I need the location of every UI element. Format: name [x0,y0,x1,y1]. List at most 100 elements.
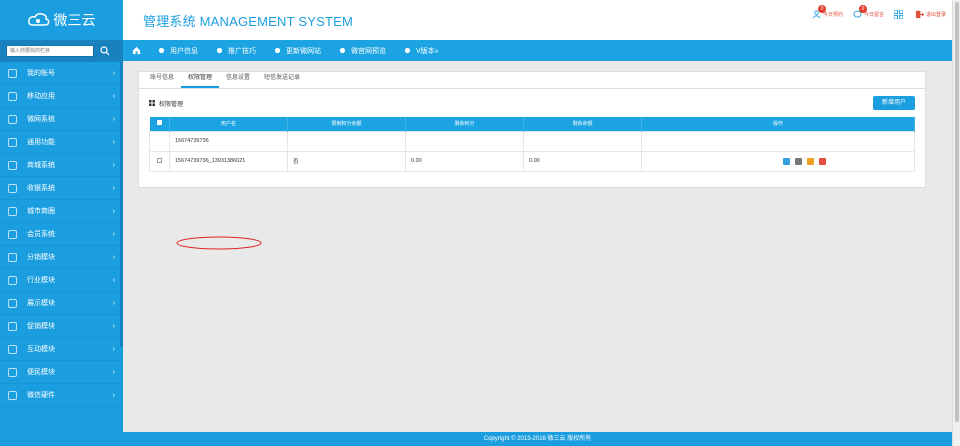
nav-item[interactable]: 用户信息 [149,46,207,56]
sidebar-item[interactable]: 促销模块 › [0,315,123,338]
tab[interactable]: 权限管理 [181,71,220,88]
edit-icon[interactable] [783,157,790,165]
phone-icon [404,47,411,54]
logo-text: 微三云 [53,13,96,29]
delete-icon[interactable] [819,157,826,165]
display-icon [8,298,17,308]
cell-points [405,130,524,152]
tab[interactable]: 信息设置 [219,71,257,88]
panel-title-text: 权限管理 [159,101,184,108]
row-actions [647,157,914,165]
appointments-label: 今日预约 [822,12,843,18]
sidebar-item[interactable]: 微信硬件 › [0,384,123,407]
cell-points: 0.00 [405,150,524,172]
chevron-right-icon: › [112,138,115,146]
key-icon[interactable] [807,157,814,165]
sidebar-item-label: 通用功能 [27,139,55,146]
sidebar-item-label: 微信硬件 [27,392,55,399]
globe-icon [8,114,17,124]
chevron-right-icon: › [112,69,115,77]
cell-limit: 否 [287,150,406,172]
header: 管理系统 MANAGEMENT SYSTEM 0 今日预约 0 今日留言 退出登… [123,0,952,40]
sidebar-item[interactable]: 便民模块 › [0,361,123,384]
chevron-right-icon: › [112,184,115,192]
sidebar-footer [0,432,123,446]
sidebar-item[interactable]: 行业模块 › [0,269,123,292]
cell-username: 15674739736_13931386021 [169,150,288,172]
nav-item-label: 更新微网站 [286,47,321,55]
sidebar-item-label: 互动模块 [27,346,55,353]
nav-item[interactable]: 微官网预览 [330,46,395,56]
member-icon [8,229,17,239]
sidebar-item-label: 城市商圈 [27,208,55,215]
today-appointments[interactable]: 0 今日预约 [812,5,843,19]
panel-header: 权限管理 新增用户 [139,89,925,117]
sidebar: 微三云 我的账号›移动应用›微网系统›通用功能›商城系统›收银系统›城市商圈›会… [0,0,123,432]
sidebar-scrollbar[interactable] [120,62,123,347]
share-icon [8,206,17,216]
col-points: 剩余积分 [405,117,524,131]
chevron-right-icon: › [112,276,115,284]
sidebar-menu: 我的账号 › 移动应用 › 微网系统 › 通用功能 › 商城系统 › 收银系统 › 城市商圈 › 会员系统 ›… [0,62,123,407]
hardware-icon [8,390,17,400]
sidebar-item-label: 会员系统 [27,231,55,238]
search-icon[interactable] [100,46,110,56]
user-icon [158,47,165,54]
col-actions: 操作 [641,117,915,131]
sidebar-item-label: 微网系统 [27,116,55,123]
add-user-button[interactable]: 新增用户 [872,96,915,110]
sidebar-item[interactable]: 商城系统 › [0,154,123,177]
content-panel: 账号信息 权限管理 信息设置 短信发送记录 权限管理 新增用户 用户名 限制积分余额 … [138,71,926,250]
tab[interactable]: 短信发送记录 [257,71,307,88]
sidebar-item-label: 分销模块 [27,254,55,261]
chevron-right-icon: › [112,345,115,353]
search-input[interactable] [6,45,94,57]
user-icon [8,68,17,78]
sidebar-item-label: 收银系统 [27,185,55,192]
sidebar-item[interactable]: 互动模块 › [0,338,123,361]
sidebar-item[interactable]: 通用功能 › [0,131,123,154]
eye-icon [339,47,346,54]
today-messages[interactable]: 0 今日留言 [853,5,884,19]
nav-item[interactable]: 推广技巧 [207,46,265,56]
sidebar-item[interactable]: 城市商圈 › [0,200,123,223]
sidebar-item-label: 移动应用 [27,93,55,100]
panel-title: 权限管理 [149,99,183,108]
sidebar-item[interactable]: 展示模块 › [0,292,123,315]
cell-actions [641,150,915,172]
select-all-cell[interactable] [149,117,170,131]
nav-item-label: V版本» [416,47,439,55]
logout-button[interactable]: 退出登录 [915,10,946,19]
scrollbar-thumb[interactable] [955,2,959,422]
sidebar-item-label: 商城系统 [27,162,55,169]
chevron-right-icon: › [112,322,115,330]
grid-icon [149,100,155,106]
megaphone-icon [216,47,223,54]
grid-menu[interactable] [893,10,905,19]
sidebar-item[interactable]: 分销模块 › [0,246,123,269]
sidebar-item[interactable]: 微网系统 › [0,108,123,131]
tool-icon [8,137,17,147]
sidebar-item[interactable]: 会员系统 › [0,223,123,246]
chevron-right-icon: › [112,92,115,100]
sidebar-item[interactable]: 我的账号 › [0,62,123,85]
messages-label: 今日留言 [863,12,884,18]
tab[interactable]: 账号信息 [143,71,181,88]
row-checkbox[interactable] [157,157,162,163]
cell-username: 15674739736 [169,130,288,152]
sidebar-item[interactable]: 收银系统 › [0,177,123,200]
document-icon[interactable] [795,157,802,165]
chevron-right-icon: › [112,391,115,399]
grid-icon [8,275,17,285]
logo[interactable]: 微三云 [0,0,123,40]
nav-item[interactable]: 更新微网站 [265,46,330,56]
nav-item-label: 推广技巧 [228,47,256,55]
select-all-checkbox[interactable] [156,120,162,126]
cart-icon [8,160,17,170]
sidebar-item[interactable]: 移动应用 › [0,85,123,108]
home-button[interactable] [123,46,149,55]
page-scrollbar[interactable] [952,0,960,446]
sidebar-item-label: 我的账号 [27,70,55,77]
nav-item[interactable]: V版本» [395,46,448,56]
sidebar-item-label: 展示模块 [27,300,55,307]
